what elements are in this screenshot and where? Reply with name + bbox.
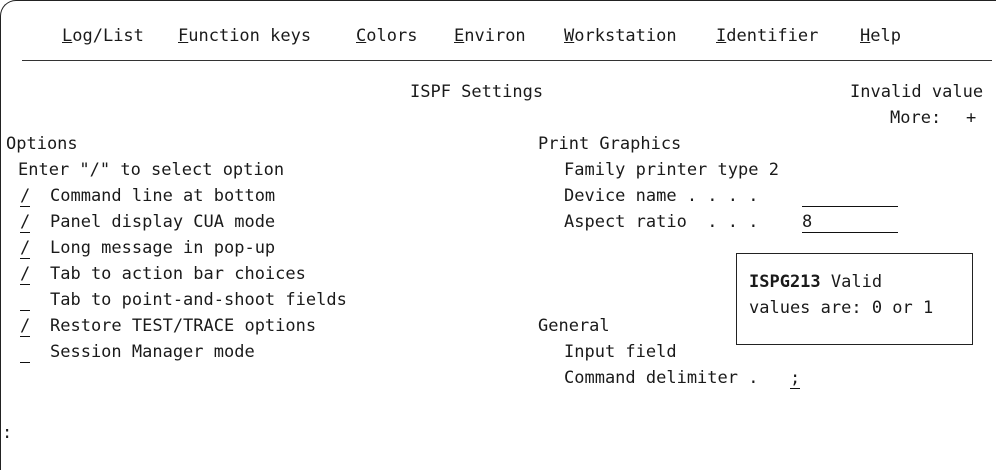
panel-title: ISPF Settings — [410, 82, 544, 102]
terminal-panel-frame — [0, 0, 996, 470]
option-label-tab-action-bar: Tab to action bar choices — [50, 264, 306, 284]
menu-identifier[interactable]: Identifier — [716, 26, 818, 46]
error-message: Invalid value — [850, 82, 984, 102]
option-label-session-manager: Session Manager mode — [50, 342, 255, 362]
menu-help[interactable]: Help — [860, 26, 901, 46]
message-id: ISPG213 — [749, 272, 821, 292]
aspect-ratio-label: Aspect ratio . . . — [564, 212, 759, 232]
input-field-label: Input field — [564, 342, 677, 362]
option-label-command-line: Command line at bottom — [50, 186, 276, 206]
general-heading: General — [538, 316, 610, 336]
error-popup: ISPG213 Valid values are: 0 or 1 — [736, 253, 973, 345]
menu-log-list[interactable]: Log/List — [62, 26, 144, 46]
menu-function-keys[interactable]: Function keys — [178, 26, 311, 46]
print-graphics-heading: Print Graphics — [538, 134, 682, 154]
option-field-session-manager[interactable] — [20, 342, 30, 363]
option-label-point-and-shoot: Tab to point-and-shoot fields — [50, 290, 347, 310]
popup-line-1: ISPG213 Valid — [749, 272, 883, 292]
action-bar-separator — [22, 60, 992, 61]
menu-environ[interactable]: Environ — [454, 26, 526, 46]
option-field-long-message[interactable]: / — [20, 238, 30, 259]
option-field-command-line[interactable]: / — [20, 186, 30, 207]
command-delimiter-label: Command delimiter . — [564, 368, 759, 388]
option-label-restore-test-trace: Restore TEST/TRACE options — [50, 316, 317, 336]
device-name-label: Device name . . . . — [564, 186, 759, 206]
menu-workstation[interactable]: Workstation — [564, 26, 677, 46]
option-field-point-and-shoot[interactable] — [20, 290, 30, 311]
options-heading: Options — [6, 134, 78, 154]
family-printer-type-label: Family printer type 2 — [564, 160, 779, 180]
more-indicator[interactable]: + — [966, 108, 976, 128]
command-delimiter-field[interactable]: ; — [790, 368, 800, 389]
more-label: More: — [890, 108, 942, 128]
option-field-cua-mode[interactable]: / — [20, 212, 30, 233]
options-instruction: Enter "/" to select option — [18, 160, 285, 180]
aspect-ratio-field[interactable]: 8 — [802, 212, 898, 233]
device-name-field[interactable] — [802, 186, 898, 207]
option-field-tab-action-bar[interactable]: / — [20, 264, 30, 285]
menu-colors[interactable]: Colors — [356, 26, 417, 46]
option-label-cua-mode: Panel display CUA mode — [50, 212, 276, 232]
option-label-long-message: Long message in pop-up — [50, 238, 276, 258]
popup-line-2: values are: 0 or 1 — [749, 298, 934, 318]
more-left-indicator: : — [2, 423, 13, 443]
option-field-restore-test-trace[interactable]: / — [20, 316, 30, 337]
